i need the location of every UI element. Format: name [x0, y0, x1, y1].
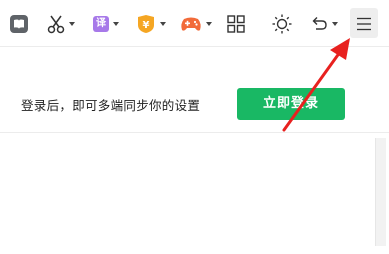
undo-icon: [310, 15, 328, 33]
chevron-down-icon: [113, 22, 119, 26]
browser-menu-panel: 译 ¥ 登录后，即可多端同步你的设置 立即登录: [0, 0, 389, 254]
menu-button[interactable]: [356, 10, 372, 38]
reader-icon: [9, 14, 29, 34]
chevron-down-icon: [332, 22, 338, 26]
translate-icon: 译: [93, 16, 109, 32]
apps-button[interactable]: [227, 10, 245, 38]
coupon-button[interactable]: ¥: [136, 10, 166, 38]
translate-button[interactable]: 译: [93, 10, 119, 38]
menu-content-area: [0, 133, 389, 254]
login-button[interactable]: 立即登录: [237, 88, 345, 120]
login-section: 登录后，即可多端同步你的设置 立即登录: [0, 47, 389, 133]
scissors-icon: [47, 14, 65, 34]
screenshot-button[interactable]: [47, 10, 75, 38]
brightness-button[interactable]: [272, 10, 292, 38]
chevron-down-icon: [69, 22, 75, 26]
scrollbar[interactable]: [375, 138, 386, 246]
login-prompt: 登录后，即可多端同步你的设置: [21, 98, 201, 113]
coupon-shield-icon: ¥: [136, 14, 156, 34]
menu-icon: [356, 16, 372, 32]
reader-button[interactable]: [9, 10, 29, 38]
chevron-down-icon: [206, 22, 212, 26]
brightness-icon: [272, 14, 292, 34]
apps-grid-icon: [227, 15, 245, 33]
svg-text:¥: ¥: [143, 20, 150, 31]
undo-button[interactable]: [310, 10, 338, 38]
game-button[interactable]: [180, 10, 212, 38]
toolbar: 译 ¥: [0, 0, 389, 47]
game-controller-icon: [180, 15, 202, 33]
chevron-down-icon: [160, 22, 166, 26]
